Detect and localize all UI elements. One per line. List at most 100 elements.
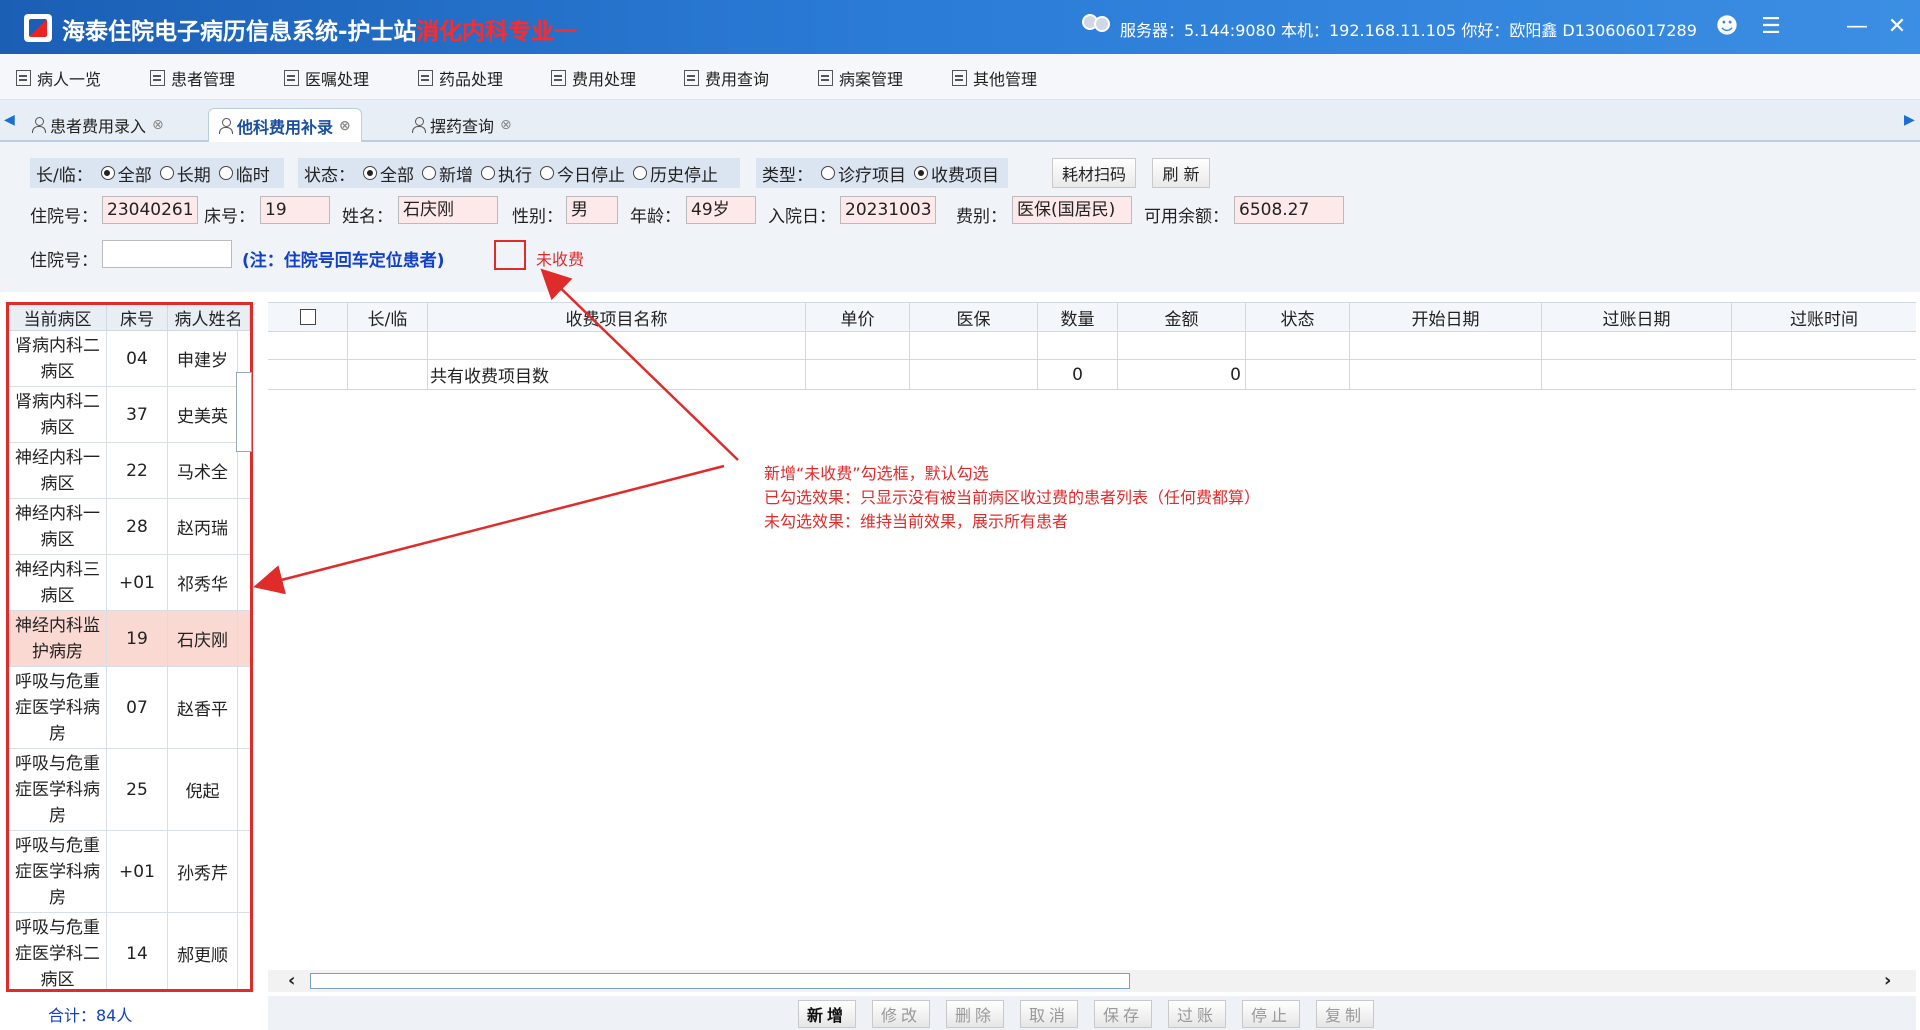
- department-title: 消化内科专业一: [416, 19, 577, 45]
- cell-ward: 肾病内科二病区: [9, 331, 107, 386]
- document-icon: [418, 70, 433, 86]
- search-note: (注：住院号回车定位患者): [242, 251, 445, 271]
- menu-item-drugs[interactable]: 药品处理: [418, 67, 503, 89]
- document-icon: [684, 70, 699, 86]
- radio-long[interactable]: 长期: [159, 161, 211, 186]
- menu-item-patient-management[interactable]: 患者管理: [150, 67, 235, 89]
- document-icon: [284, 70, 299, 86]
- menu-item-orders[interactable]: 医嘱处理: [284, 67, 369, 89]
- column-header-post-time[interactable]: 过账时间: [1732, 303, 1916, 331]
- copy-button[interactable]: 复制: [1316, 1000, 1374, 1028]
- horizontal-scrollbar[interactable]: ‹ ›: [268, 970, 1916, 992]
- column-header-longtemp[interactable]: 长/临: [348, 303, 428, 331]
- refresh-button[interactable]: 刷 新: [1152, 158, 1210, 188]
- scroll-left-icon[interactable]: ‹: [288, 970, 295, 992]
- layers-icon[interactable]: ☰: [1758, 14, 1784, 40]
- close-tab-icon[interactable]: ⊗: [152, 117, 164, 133]
- scan-consumable-button[interactable]: 耗材扫码: [1052, 158, 1136, 188]
- menu-item-fee-processing[interactable]: 费用处理: [551, 67, 636, 89]
- edit-button[interactable]: 修改: [872, 1000, 930, 1028]
- scrollbar-thumb[interactable]: [310, 973, 1130, 989]
- tab-other-dept-fee[interactable]: 他科费用补录 ⊗: [208, 108, 362, 142]
- radio-type-diagnosis[interactable]: 诊疗项目: [821, 161, 906, 186]
- radio-status-stop-history[interactable]: 历史停止: [633, 161, 718, 186]
- post-button[interactable]: 过账: [1168, 1000, 1226, 1028]
- close-tab-icon[interactable]: ⊗: [339, 118, 351, 134]
- table-row[interactable]: 神经内科一病区 22 马术全: [9, 443, 250, 499]
- table-row[interactable]: 呼吸与危重症医学科二病区 14 郝更顺: [9, 913, 250, 989]
- menu-item-records[interactable]: 病案管理: [818, 67, 903, 89]
- cell-bed: 19: [107, 611, 168, 666]
- add-button[interactable]: 新增: [798, 1000, 856, 1028]
- user-icon[interactable]: ☻: [1714, 14, 1740, 40]
- table-row[interactable]: 神经内科监护病房 19 石庆刚: [9, 611, 250, 667]
- cell-ward: 呼吸与危重症医学科病房: [9, 749, 107, 830]
- status-filter: 状态： 全部 新增 执行 今日停止 历史停止: [298, 158, 740, 188]
- table-row[interactable]: 呼吸与危重症医学科病房 25 倪起: [9, 749, 250, 831]
- column-header-status[interactable]: 状态: [1246, 303, 1350, 331]
- cell-bed: 25: [107, 749, 168, 830]
- patient-total: 合计：84人: [48, 1006, 133, 1025]
- radio-status-stop-today[interactable]: 今日停止: [540, 161, 625, 186]
- table-row[interactable]: 肾病内科二病区 37 史美英: [9, 387, 250, 443]
- tab-patient-fee-entry[interactable]: 患者费用录入 ⊗: [22, 108, 174, 142]
- column-header-insurance[interactable]: 医保: [910, 303, 1038, 331]
- column-header-qty[interactable]: 数量: [1038, 303, 1118, 331]
- app-logo-icon: [24, 14, 52, 42]
- radio-temp[interactable]: 临时: [218, 161, 270, 186]
- tab-scroll-left-icon[interactable]: ◀: [4, 112, 15, 128]
- admit-date-field[interactable]: 20231003: [840, 196, 936, 224]
- sex-label: 性别：: [512, 207, 563, 227]
- server-info: 服务器：5.144:9080 本机：192.168.11.105 你好：欧阳鑫 …: [1120, 21, 1697, 40]
- column-header-bed[interactable]: 床号: [107, 305, 168, 330]
- admission-no-label: 住院号：: [30, 207, 98, 227]
- radio-status-exec[interactable]: 执行: [481, 161, 532, 186]
- table-row[interactable]: 神经内科三病区 +01 祁秀华: [9, 555, 250, 611]
- cell-bed: 14: [107, 913, 168, 989]
- column-header-post-date[interactable]: 过账日期: [1542, 303, 1732, 331]
- filter-panel: 长/临： 全部 长期 临时 状态： 全部 新增 执行 今日停止 历史停止 类型：…: [0, 142, 1920, 292]
- column-header-start-date[interactable]: 开始日期: [1350, 303, 1542, 331]
- patient-list-scrollbar[interactable]: [236, 372, 252, 452]
- radio-status-all[interactable]: 全部: [363, 161, 414, 186]
- admission-no-field[interactable]: 23040261: [102, 196, 198, 224]
- column-header-price[interactable]: 单价: [806, 303, 910, 331]
- column-header-name[interactable]: 病人姓名: [168, 305, 250, 330]
- select-all-checkbox[interactable]: [268, 303, 348, 331]
- delete-button[interactable]: 删除: [946, 1000, 1004, 1028]
- person-icon: [412, 117, 426, 133]
- save-button[interactable]: 保存: [1094, 1000, 1152, 1028]
- table-row[interactable]: 肾病内科二病区 04 申建岁: [9, 331, 250, 387]
- column-header-amount[interactable]: 金额: [1118, 303, 1246, 331]
- fee-type-field[interactable]: 医保(国居民): [1012, 196, 1132, 224]
- minimize-icon[interactable]: —: [1844, 14, 1870, 40]
- search-admission-input[interactable]: [102, 240, 232, 268]
- radio-status-new[interactable]: 新增: [422, 161, 473, 186]
- balance-field[interactable]: 6508.27: [1234, 196, 1344, 224]
- sex-field[interactable]: 男: [566, 196, 618, 224]
- tab-dispense-query[interactable]: 摆药查询 ⊗: [402, 108, 522, 142]
- close-icon[interactable]: ✕: [1884, 14, 1910, 40]
- scroll-right-icon[interactable]: ›: [1884, 970, 1891, 992]
- menu-item-fee-query[interactable]: 费用查询: [684, 67, 769, 89]
- cancel-button[interactable]: 取消: [1020, 1000, 1078, 1028]
- table-row[interactable]: 呼吸与危重症医学科病房 +01 孙秀芹: [9, 831, 250, 913]
- table-row[interactable]: 呼吸与危重症医学科病房 07 赵香平: [9, 667, 250, 749]
- unpaid-checkbox[interactable]: [494, 240, 526, 270]
- radio-all[interactable]: 全部: [100, 161, 152, 186]
- radio-type-fee[interactable]: 收费项目: [914, 161, 999, 186]
- column-header-ward[interactable]: 当前病区: [9, 305, 107, 330]
- age-field[interactable]: 49岁: [686, 196, 756, 224]
- table-row[interactable]: 神经内科一病区 28 赵丙瑞: [9, 499, 250, 555]
- menu-item-patient-overview[interactable]: 病人一览: [16, 67, 101, 89]
- column-header-item-name[interactable]: 收费项目名称: [428, 303, 806, 331]
- menu-item-other[interactable]: 其他管理: [952, 67, 1037, 89]
- tab-scroll-right-icon[interactable]: ▶: [1904, 112, 1915, 128]
- patient-list-header: 当前病区 床号 病人姓名: [9, 305, 250, 331]
- document-icon: [551, 70, 566, 86]
- bed-field[interactable]: 19: [260, 196, 330, 224]
- close-tab-icon[interactable]: ⊗: [500, 117, 512, 133]
- table-row[interactable]: [268, 332, 1916, 360]
- stop-button[interactable]: 停止: [1242, 1000, 1300, 1028]
- name-field[interactable]: 石庆刚: [398, 196, 498, 224]
